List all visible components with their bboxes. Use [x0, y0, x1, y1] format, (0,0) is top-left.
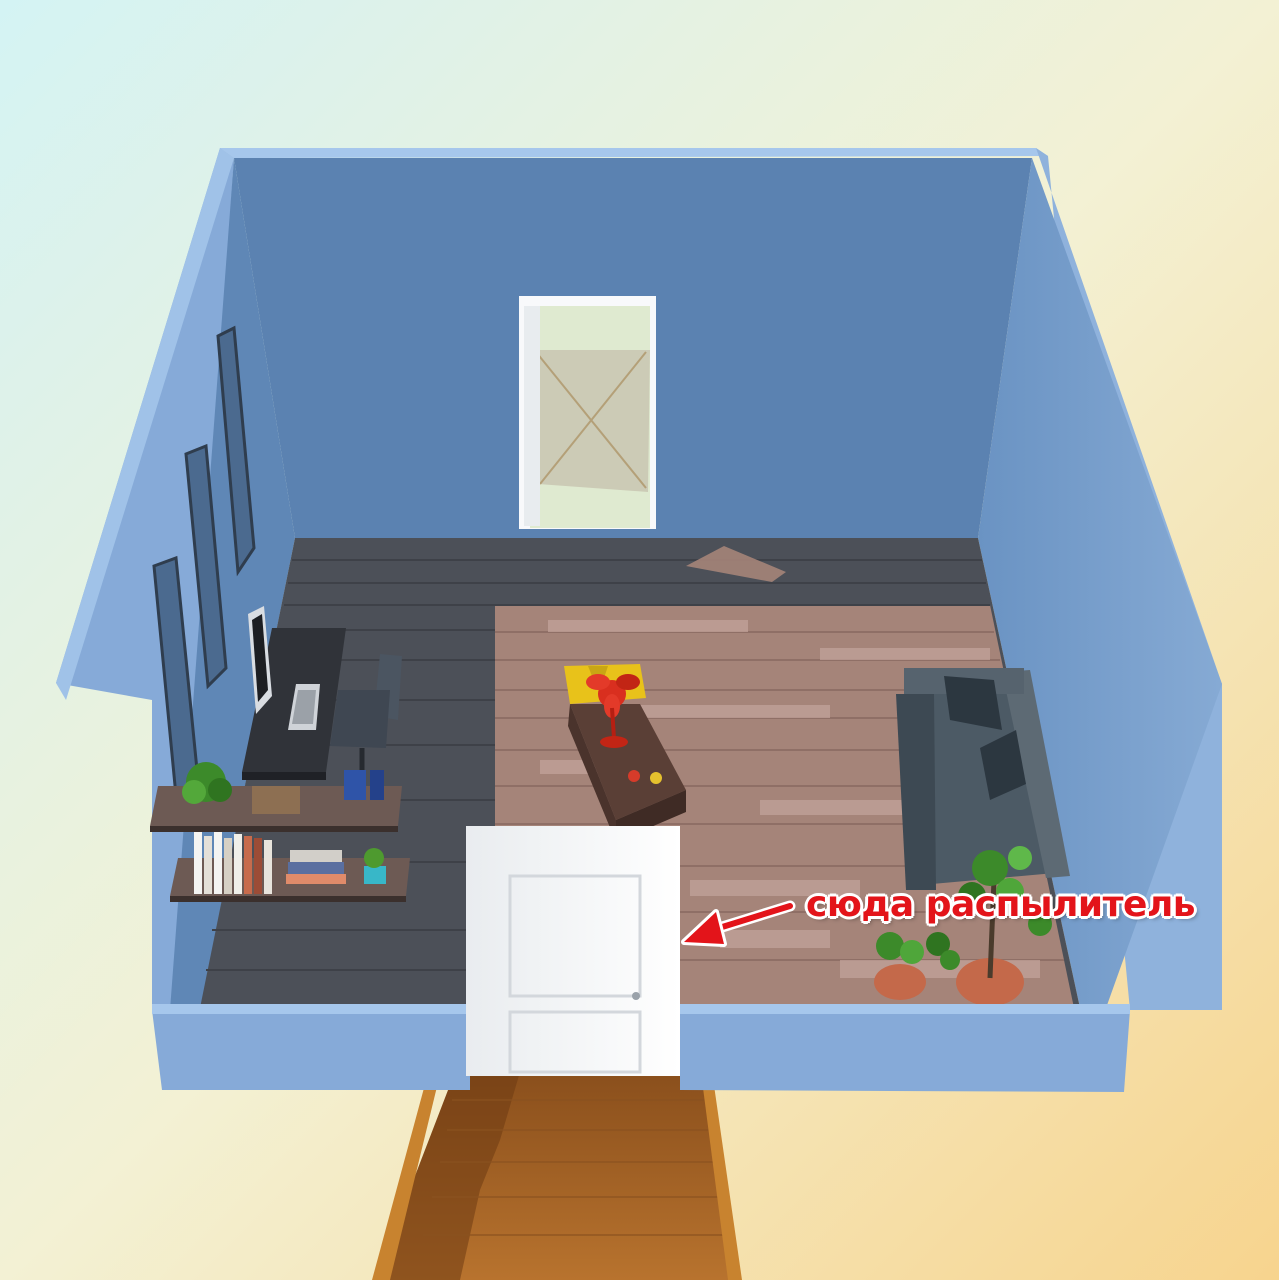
front-door[interactable] — [466, 826, 680, 1076]
annotation-label: сюда распылитель — [806, 884, 1196, 925]
back-doorway[interactable] — [519, 296, 656, 529]
room-scene — [0, 0, 1279, 1280]
